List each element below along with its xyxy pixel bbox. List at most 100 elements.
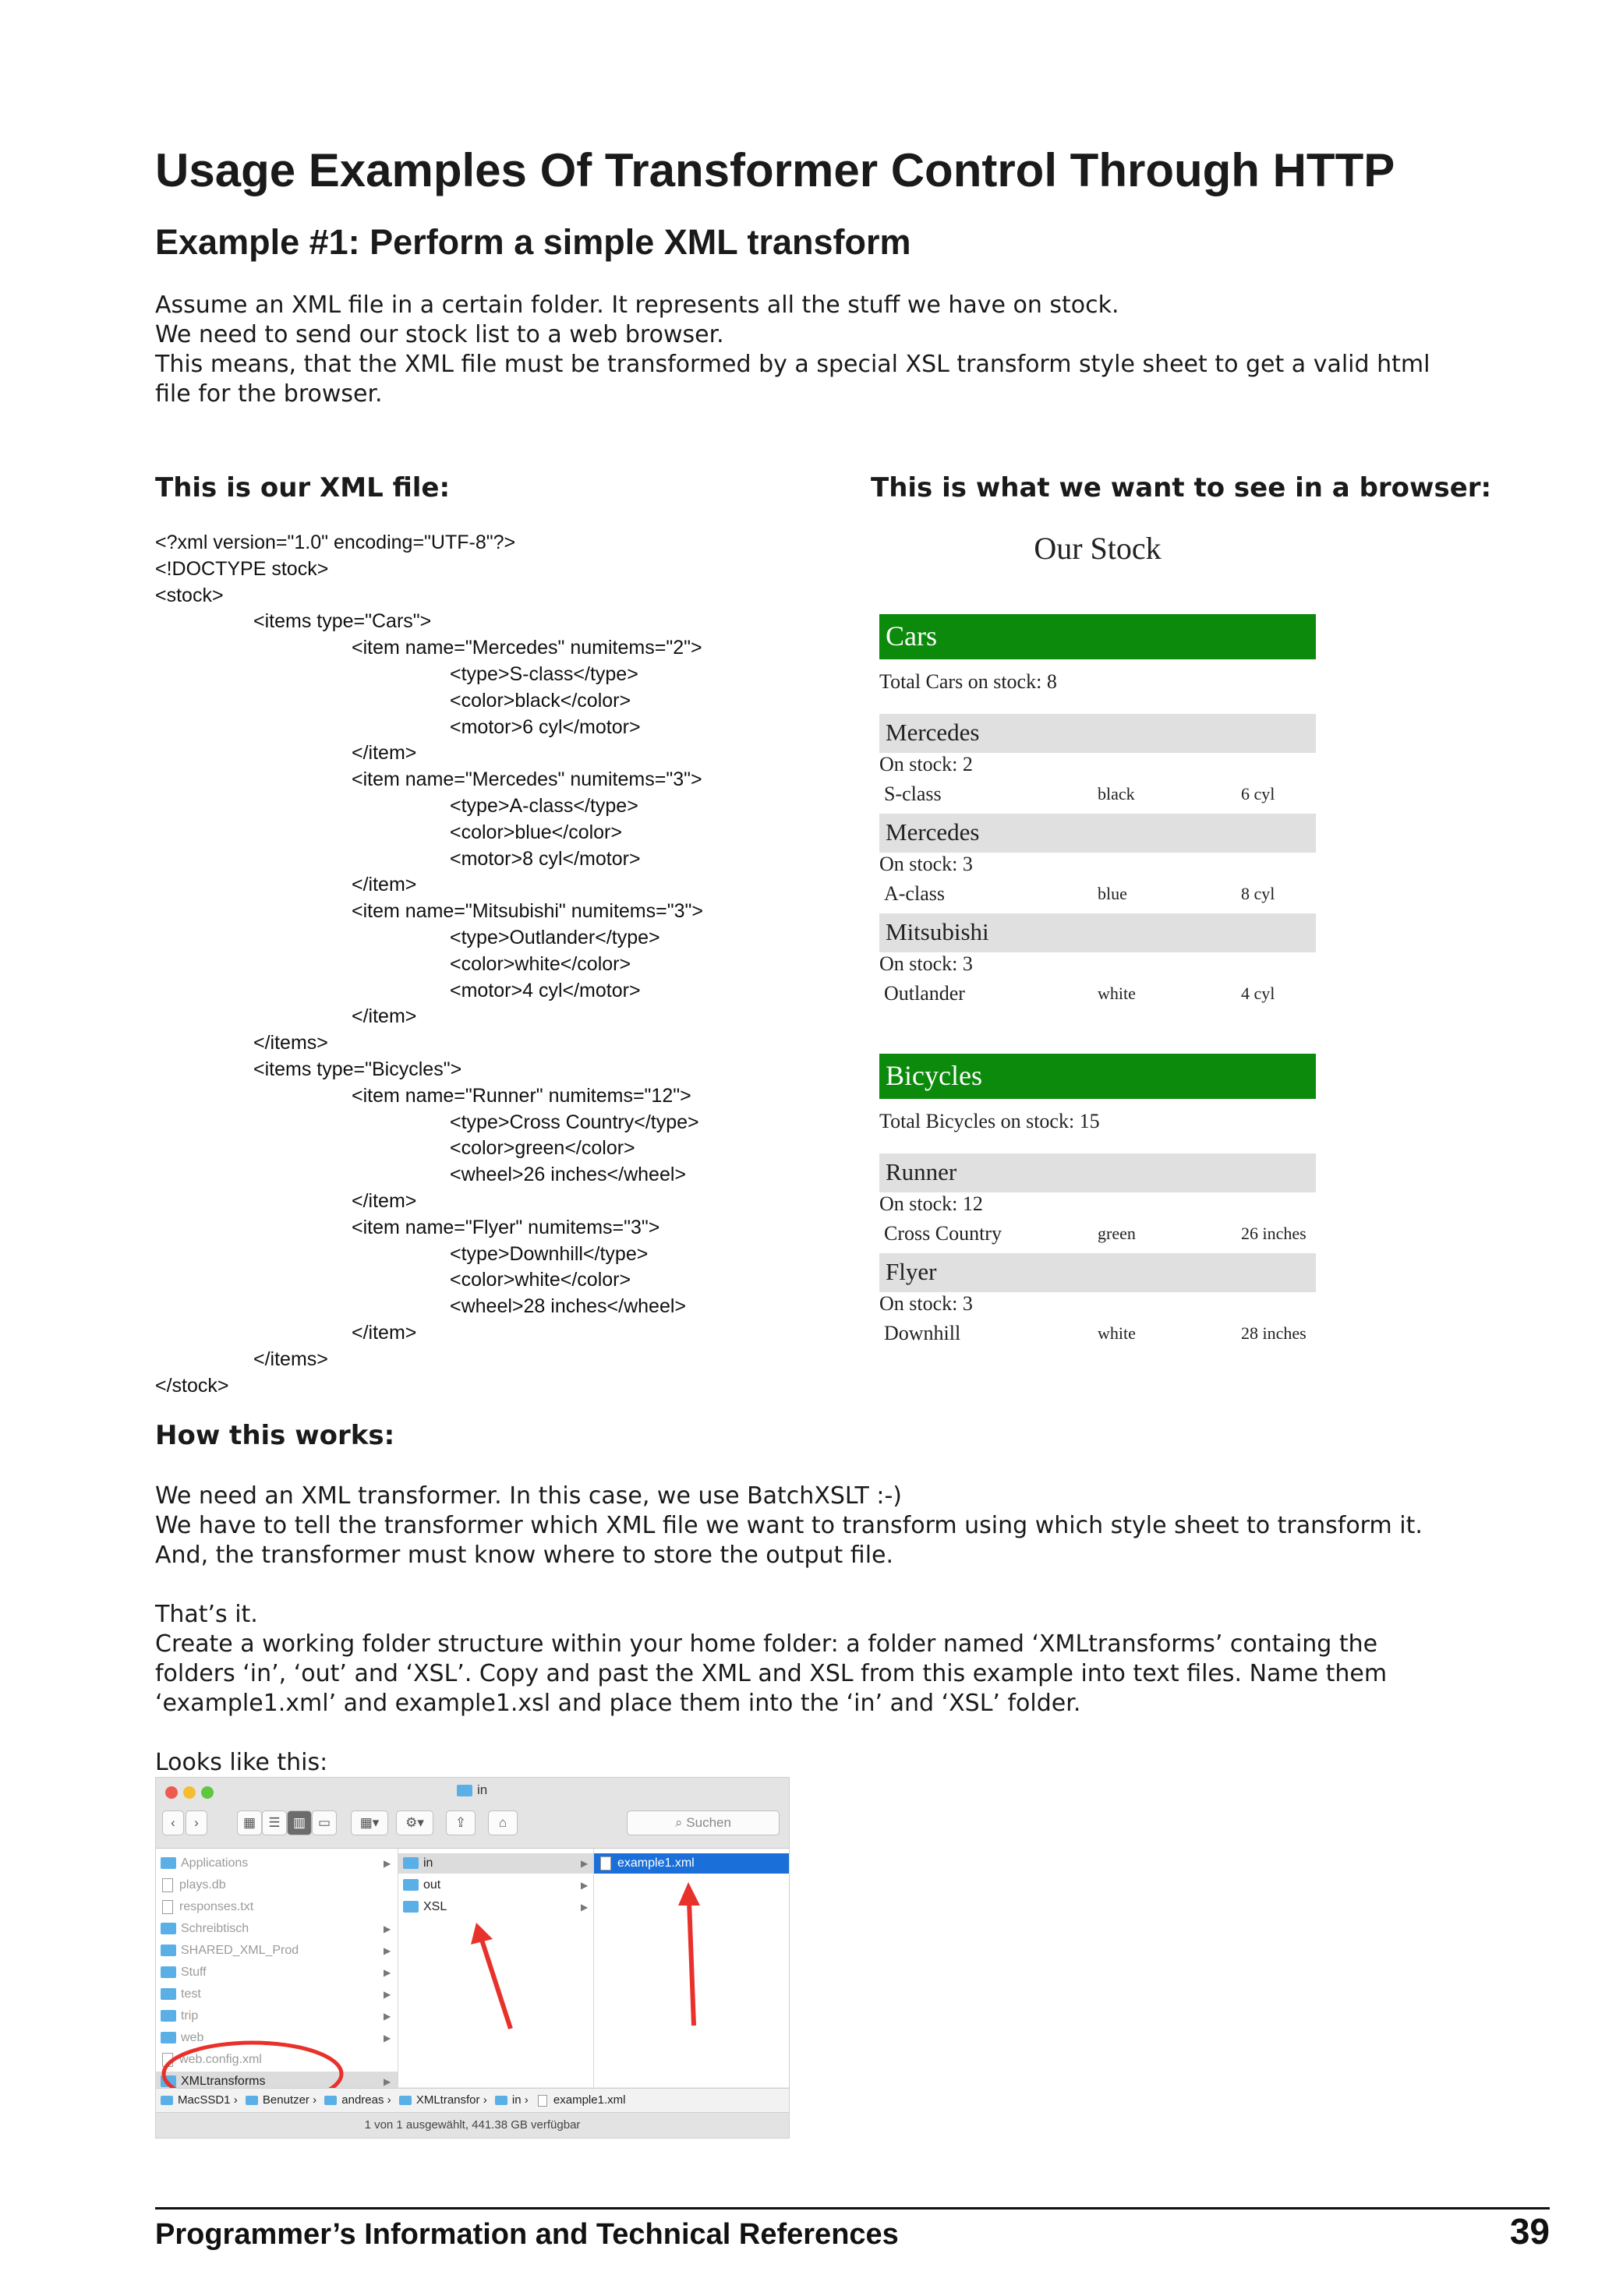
path-segment[interactable]: MacSSD1 bbox=[178, 2093, 231, 2107]
xml-line: <type>S-class</type> bbox=[450, 662, 638, 685]
xml-line: </items> bbox=[253, 1348, 328, 1370]
how-line: We need an XML transformer. In this case… bbox=[155, 1482, 902, 1510]
item-onstock: On stock: 12 bbox=[879, 1192, 983, 1215]
looks-like-label: Looks like this: bbox=[155, 1749, 328, 1776]
item-spec: 26 inches bbox=[1241, 1224, 1307, 1243]
xml-file-heading: This is our XML file: bbox=[155, 472, 451, 503]
xml-line: <type>Outlander</type> bbox=[450, 926, 660, 948]
xml-line: </stock> bbox=[155, 1374, 229, 1397]
item-color: blue bbox=[1098, 884, 1127, 903]
xml-line: <color>white</color> bbox=[450, 952, 631, 975]
item-onstock: On stock: 3 bbox=[879, 853, 973, 875]
item-name: Mercedes bbox=[879, 714, 1316, 753]
path-segment[interactable]: Benutzer bbox=[263, 2093, 309, 2107]
xml-line: </item> bbox=[352, 742, 417, 765]
item-onstock: On stock: 2 bbox=[879, 753, 973, 775]
how-paragraph: We need an XML transformer. In this case… bbox=[155, 1482, 1423, 1570]
path-segment[interactable]: XMLtransfor bbox=[416, 2093, 480, 2107]
xml-source-listing: <?xml version="1.0" encoding="UTF-8"?> <!… bbox=[155, 530, 703, 1399]
arrow-to-in-folder bbox=[479, 1939, 513, 2029]
create-line: folders ‘in’, ‘out’ and ‘XSL’. Copy and … bbox=[155, 1660, 1388, 1687]
folder-icon bbox=[398, 2096, 412, 2106]
xml-line: <color>black</color> bbox=[450, 689, 631, 712]
intro-line: Assume an XML file in a certain folder. … bbox=[155, 291, 1119, 319]
category-total: Total Bicycles on stock: 15 bbox=[879, 1110, 1100, 1132]
xml-line: <motor>4 cyl</motor> bbox=[450, 979, 641, 1001]
path-segment[interactable]: in bbox=[512, 2093, 522, 2107]
item-name: Runner bbox=[879, 1153, 1316, 1192]
path-separator-icon: › bbox=[479, 2093, 490, 2107]
path-separator-icon: › bbox=[384, 2093, 394, 2107]
path-separator-icon: › bbox=[309, 2093, 320, 2107]
xml-line: <items type="Cars"> bbox=[253, 610, 432, 633]
create-line: Create a working folder structure within… bbox=[155, 1630, 1378, 1658]
folder-icon bbox=[324, 2096, 338, 2106]
xml-line: </item> bbox=[352, 874, 417, 896]
page-title: Usage Examples Of Transformer Control Th… bbox=[155, 144, 1395, 196]
file-icon bbox=[537, 2094, 547, 2107]
xml-line: <wheel>26 inches</wheel> bbox=[450, 1164, 687, 1186]
finder-window-screenshot: in ‹ › ▦ ☰ ▥ ▭ ▦▾ ⚙▾ ⇪ ⌂ ⌕ Suchen Applic… bbox=[155, 1777, 790, 2139]
xml-line: <motor>8 cyl</motor> bbox=[450, 847, 641, 870]
create-line: ‘example1.xml’ and example1.xsl and plac… bbox=[155, 1690, 1081, 1717]
finder-path-bar: MacSSD1 › Benutzer › andreas › XMLtransf… bbox=[156, 2088, 789, 2112]
footer-title: Programmer’s Information and Technical R… bbox=[155, 2218, 899, 2251]
path-separator-icon: › bbox=[521, 2093, 532, 2107]
folder-icon bbox=[494, 2096, 507, 2106]
item-type: S-class bbox=[884, 782, 942, 805]
how-line: And, the transformer must know where to … bbox=[155, 1542, 894, 1569]
path-segment[interactable]: andreas bbox=[341, 2093, 384, 2107]
item-name: Mercedes bbox=[879, 814, 1316, 853]
thats-it-line: That’s it. bbox=[155, 1601, 258, 1628]
xml-line: <item name="Mercedes" numitems="2"> bbox=[352, 637, 702, 659]
example-heading: Example #1: Perform a simple XML transfo… bbox=[155, 222, 911, 262]
xml-line: <motor>6 cyl</motor> bbox=[450, 715, 641, 738]
instructions-paragraph: That’s it. Create a working folder struc… bbox=[155, 1600, 1387, 1718]
path-segment[interactable]: example1.xml bbox=[553, 2093, 626, 2107]
stock-title: Our Stock bbox=[1034, 531, 1162, 566]
item-spec: 28 inches bbox=[1241, 1323, 1307, 1343]
category-total: Total Cars on stock: 8 bbox=[879, 670, 1057, 693]
item-name: Flyer bbox=[879, 1253, 1316, 1292]
xml-line: <color>blue</color> bbox=[450, 821, 622, 843]
item-type: Downhill bbox=[884, 1322, 961, 1344]
xml-line: <stock> bbox=[155, 584, 224, 606]
item-spec: 8 cyl bbox=[1241, 884, 1275, 903]
xml-line: <item name="Mercedes" numitems="3"> bbox=[352, 768, 702, 791]
xml-line: <item name="Mitsubishi" numitems="3"> bbox=[352, 900, 703, 923]
xml-line: <type>A-class</type> bbox=[450, 794, 638, 817]
xml-line: <items type="Bicycles"> bbox=[253, 1058, 462, 1080]
arrow-head bbox=[678, 1882, 700, 1906]
finder-status-bar: 1 von 1 ausgewählt, 441.38 GB verfügbar bbox=[156, 2112, 789, 2138]
xml-line: </item> bbox=[352, 1321, 417, 1344]
intro-line: This means, that the XML file must be tr… bbox=[155, 351, 1430, 378]
xml-line: <color>green</color> bbox=[450, 1137, 635, 1160]
arrow-head bbox=[471, 1923, 493, 1945]
how-heading: How this works: bbox=[155, 1420, 395, 1451]
annotation-overlay bbox=[161, 1882, 700, 2107]
xml-line: <!DOCTYPE stock> bbox=[155, 557, 329, 580]
item-onstock: On stock: 3 bbox=[879, 952, 973, 975]
arrow-to-example-file bbox=[687, 1900, 696, 2026]
xml-line: </item> bbox=[352, 1189, 417, 1212]
browser-view-heading: This is what we want to see in a browser… bbox=[871, 472, 1492, 503]
intro-line: file for the browser. bbox=[155, 380, 383, 408]
category-bar-bicycles: Bicycles bbox=[879, 1054, 1316, 1099]
intro-paragraph: Assume an XML file in a certain folder. … bbox=[155, 291, 1430, 409]
xml-line: <color>white</color> bbox=[450, 1269, 631, 1291]
intro-line: We need to send our stock list to a web … bbox=[155, 321, 724, 348]
path-separator-icon: › bbox=[230, 2093, 241, 2107]
xml-line: <?xml version="1.0" encoding="UTF-8"?> bbox=[155, 532, 516, 553]
item-name: Mitsubishi bbox=[879, 913, 1316, 952]
xml-line: <item name="Flyer" numitems="3"> bbox=[352, 1216, 660, 1238]
item-type: Cross Country bbox=[884, 1222, 1002, 1245]
item-type: A-class bbox=[884, 882, 945, 905]
item-color: white bbox=[1098, 984, 1136, 1003]
item-onstock: On stock: 3 bbox=[879, 1292, 973, 1315]
how-line: We have to tell the transformer which XM… bbox=[155, 1512, 1423, 1539]
xml-line: </item> bbox=[352, 1005, 417, 1028]
folder-icon bbox=[245, 2096, 258, 2106]
xml-line: <item name="Runner" numitems="12"> bbox=[352, 1084, 691, 1107]
footer-rule bbox=[155, 2207, 1550, 2209]
xml-line: </items> bbox=[253, 1032, 328, 1054]
